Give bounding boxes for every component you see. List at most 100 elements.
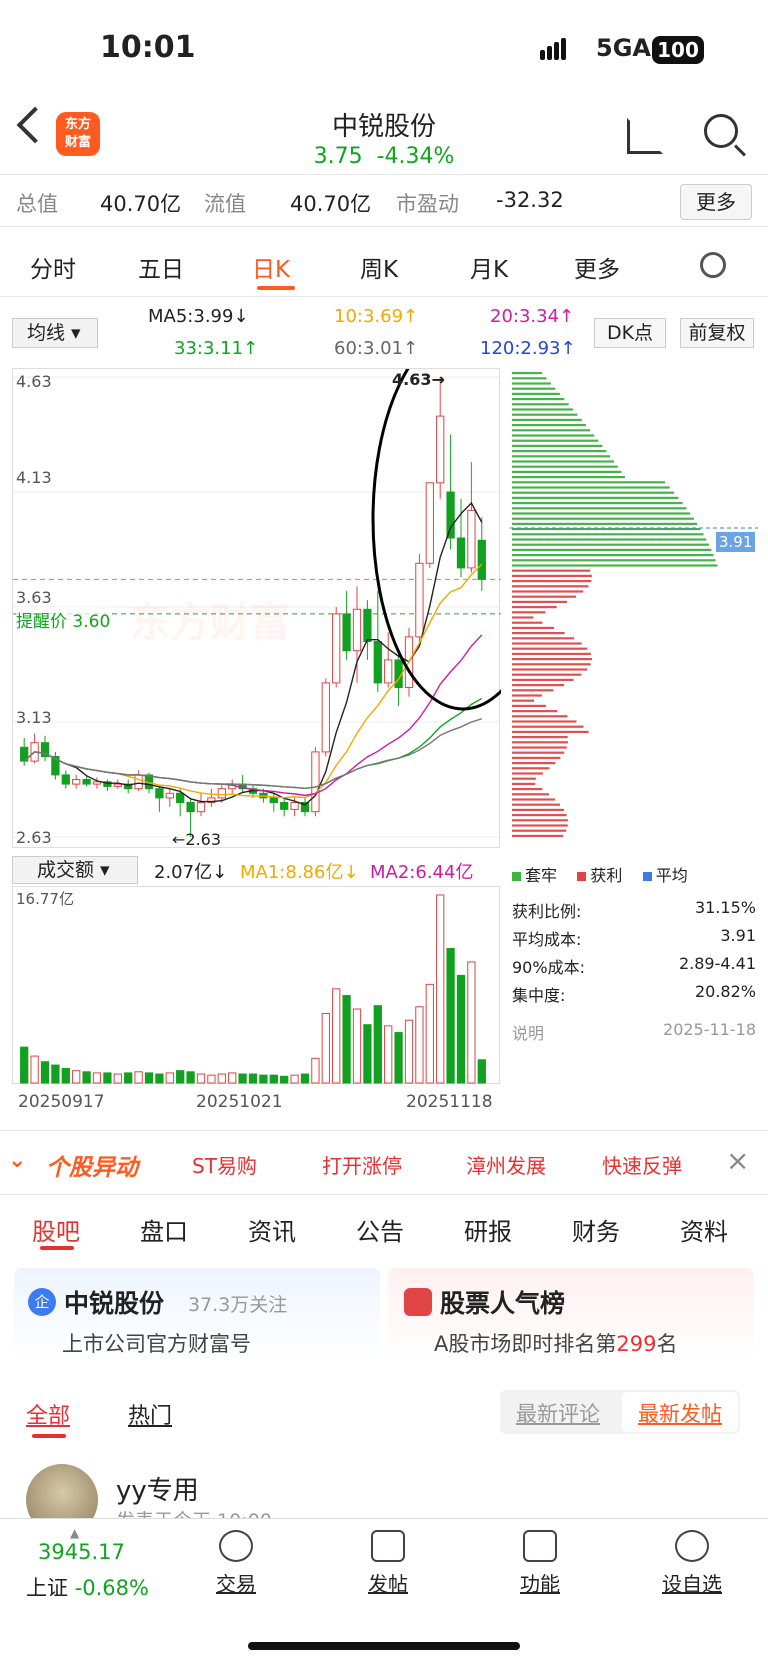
candle [82,779,91,785]
chip-bar [512,658,592,661]
company-card[interactable]: 企 中锐股份 37.3万关注 上市公司官方财富号 [14,1268,380,1360]
share-icon[interactable] [627,118,663,154]
legend-dot-average [642,872,652,881]
volume-bar [103,1072,112,1084]
volume-bar [436,894,445,1084]
note-row[interactable]: 说明 2025-11-18 [512,1020,756,1044]
nav-watchlist[interactable]: 设自选 [642,1530,742,1597]
chip-bar [512,663,591,666]
company-desc: 上市公司官方财富号 [62,1332,251,1356]
chip-bar [512,788,543,791]
candle [176,792,185,803]
volume-bar [342,995,351,1084]
chip-bar [512,444,603,447]
candle [280,802,289,810]
tab-monthly-k[interactable]: 月K [470,250,508,284]
alert-title: 个股异动 [46,1155,138,1181]
sort-latest-post[interactable]: 最新发帖 [638,1398,722,1428]
chevron-down-icon[interactable]: ⌄ [8,1148,26,1173]
candle [456,537,466,569]
float-value-label: 流值 [204,192,246,216]
chip-bar [512,460,615,463]
legend-trapped: 套牢 [525,866,558,885]
home-indicator[interactable] [248,1642,520,1650]
low-label: ←2.63 [172,830,222,849]
candle [269,797,278,803]
close-icon[interactable]: × [726,1144,749,1177]
watermark: 东方财富 [130,600,290,646]
alert-item[interactable]: 快速反弹 [602,1150,682,1179]
tab-news[interactable]: 资讯 [248,1212,296,1247]
chip-bar [512,491,675,494]
legend-profit: 获利 [590,866,623,885]
alert-price-label[interactable]: 提醒价 3.60 [16,607,111,632]
edit-icon [371,1530,405,1562]
volume-select[interactable]: 成交额 ▾ [12,856,138,884]
candle [196,802,206,813]
filter-hot[interactable]: 热门 [128,1398,172,1430]
ma33-label: 33:3.11↑ [174,338,259,359]
tab-daily-k[interactable]: 日K [252,250,290,284]
alert-item[interactable]: ST易购 [192,1150,257,1179]
volume-bar [72,1070,81,1084]
chip-bar [512,746,567,749]
chip-bar [512,793,550,796]
volume-bar [425,983,434,1084]
tab-finance[interactable]: 财务 [572,1212,620,1247]
volume-bar [61,1067,70,1084]
tab-forum[interactable]: 股吧 [32,1212,80,1247]
volume-bar [280,1075,289,1084]
popularity-card[interactable]: 股票人气榜 A股市场即时排名第299名 [388,1268,754,1360]
current-price: 3.75 [313,144,363,169]
cost-90-value: 2.89-4.41 [678,954,756,973]
adjust-button[interactable]: 前复权 [680,318,754,348]
post-user[interactable]: yy专用 [116,1470,199,1507]
rank-suffix: 名 [656,1332,678,1356]
index-value[interactable]: 3945.17 [38,1540,125,1564]
tab-weekly-k[interactable]: 周K [360,250,398,284]
nav-trade[interactable]: 交易 [186,1530,286,1597]
tab-announcements[interactable]: 公告 [356,1212,404,1247]
nav-functions[interactable]: 功能 [490,1530,590,1597]
index-name: 上证 [26,1576,68,1600]
divider [0,226,768,227]
alert-item[interactable]: 打开涨停 [322,1150,402,1179]
tab-profile[interactable]: 资料 [680,1212,728,1247]
tab-more[interactable]: 更多 [574,250,620,284]
filter-all[interactable]: 全部 [26,1398,70,1430]
tab-research[interactable]: 研报 [464,1212,512,1247]
volume-bar [238,1073,247,1084]
chip-bar [512,736,568,739]
chip-distribution [510,368,758,848]
ma-select[interactable]: 均线 ▾ [12,318,98,348]
ma-line [23,634,483,797]
nav-post[interactable]: 发帖 [338,1530,438,1597]
tab-five-day[interactable]: 五日 [138,250,184,284]
chip-bar [512,533,704,536]
tab-quote[interactable]: 盘口 [140,1212,188,1247]
alert-item[interactable]: 漳州发展 [466,1150,546,1179]
chip-bar [512,377,547,380]
volume-bar [228,1072,237,1084]
chevron-up-icon[interactable]: ▲ [70,1526,79,1540]
dk-point-button[interactable]: DK点 [594,318,666,348]
volume-chart[interactable] [12,886,500,1084]
volume-bar [290,1074,299,1084]
index-info[interactable]: 上证 -0.68% [26,1572,149,1602]
chip-bar [512,647,588,650]
active-tab-indicator [40,1246,74,1250]
gear-icon[interactable] [700,252,726,278]
chip-bar [512,710,558,713]
chip-bar [512,372,542,375]
chip-bar [512,741,568,744]
legend-average: 平均 [655,866,688,885]
sort-latest-comment[interactable]: 最新评论 [516,1398,600,1428]
concentration-row: 集中度: 20.82% [512,982,756,1006]
search-icon[interactable] [704,114,738,148]
tab-intraday[interactable]: 分时 [30,250,76,284]
more-button[interactable]: 更多 [680,184,752,220]
cost-90-row: 90%成本: 2.89-4.41 [512,954,756,978]
volume-bar [446,947,455,1084]
chip-bar [512,824,568,827]
pe-value: -32.32 [496,188,564,212]
